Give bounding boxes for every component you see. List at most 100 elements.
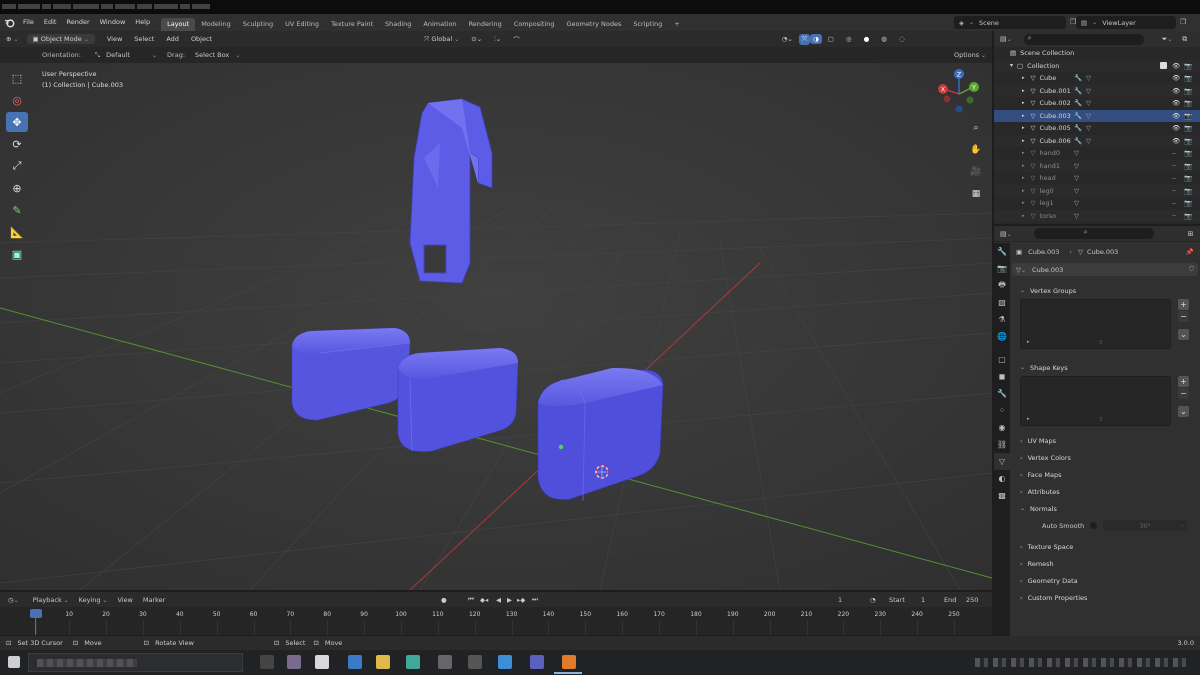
taskbar-app-9-icon[interactable] xyxy=(530,655,544,669)
perspective-grid-icon[interactable]: ▦ xyxy=(969,187,983,201)
eye-icon[interactable]: 👁 xyxy=(1172,62,1180,70)
visibility-icon[interactable]: ◔⌄ xyxy=(776,35,799,43)
constraints-tab-icon[interactable]: ⛓ xyxy=(994,436,1010,453)
camera-icon[interactable]: 🎥 xyxy=(969,165,983,179)
select-box-tool-icon[interactable]: ⬚ xyxy=(6,68,28,88)
mesh-datablock-selector[interactable]: ▽⌄ Cube.003 ⛉ xyxy=(1012,263,1198,276)
jump-end-icon[interactable]: ⏭ xyxy=(532,595,538,604)
shading-rendered-icon[interactable]: ◌ xyxy=(893,35,911,43)
render-camera-icon[interactable]: 📷 xyxy=(1184,124,1192,132)
modifier-wrench-icon[interactable]: 🔧 xyxy=(1074,87,1082,95)
uv-maps-panel-header[interactable]: › UV Maps xyxy=(1012,432,1198,449)
mesh-data-icon[interactable]: ▽ xyxy=(1074,199,1079,207)
vertex-groups-panel-header[interactable]: ⌄ Vertex Groups xyxy=(1012,282,1198,299)
eye-closed-icon[interactable]: ⌣ xyxy=(1172,186,1176,195)
taskview-icon[interactable] xyxy=(260,655,274,669)
outliner-scene-collection[interactable]: ▤ Scene Collection xyxy=(994,47,1200,60)
outliner-item[interactable]: ▸ ▽ Cube.005 🔧 ▽ 👁 📷 xyxy=(994,122,1200,135)
pin-icon[interactable]: 📌 xyxy=(1186,248,1194,256)
record-button-icon[interactable]: ● xyxy=(441,596,447,604)
mesh-data-tab-icon[interactable]: ▽ xyxy=(994,453,1010,470)
render-camera-icon[interactable]: 📷 xyxy=(1184,212,1192,220)
tab-sculpting[interactable]: Sculpting xyxy=(237,18,279,31)
mesh-data-icon[interactable]: ▽ xyxy=(1086,87,1091,95)
modifier-wrench-icon[interactable]: 🔧 xyxy=(1074,74,1082,82)
taskbar-app-1-icon[interactable] xyxy=(287,655,301,669)
transform-tool-icon[interactable]: ⊕ xyxy=(6,178,28,198)
render-camera-icon[interactable]: 📷 xyxy=(1184,162,1192,170)
new-collection-icon[interactable]: ⧉ xyxy=(1182,35,1187,44)
view-layer-copy-icon[interactable]: ❐ xyxy=(1180,18,1186,26)
timeline-menu-view[interactable]: View xyxy=(117,596,132,604)
render-camera-icon[interactable]: 📷 xyxy=(1184,149,1192,157)
mode-selector[interactable]: ▣ Object Mode ⌄ xyxy=(26,34,95,44)
mesh-data-icon[interactable]: ▽ xyxy=(1074,162,1079,170)
preview-range-icon[interactable]: ◔ xyxy=(870,596,876,604)
tab-layout[interactable]: Layout xyxy=(161,18,196,31)
face-maps-panel-header[interactable]: › Face Maps xyxy=(1012,466,1198,483)
add-cube-tool-icon[interactable]: ▣ xyxy=(6,244,28,264)
custom-properties-panel-header[interactable]: › Custom Properties xyxy=(1012,589,1198,606)
view-layer-selector[interactable]: ▤ ⌄ ViewLayer xyxy=(1076,16,1176,29)
timeline-editor-icon[interactable]: ◷⌄ xyxy=(8,596,19,604)
taskbar-app-3-icon[interactable] xyxy=(348,655,362,669)
output-tab-icon[interactable]: 🖶 xyxy=(994,277,1010,294)
properties-search-field[interactable]: ⌕ xyxy=(1033,228,1154,239)
taskbar-app-8-icon[interactable] xyxy=(498,655,512,669)
properties-editor-icon[interactable]: ▤⌄ xyxy=(1000,230,1012,238)
geometry-data-panel-header[interactable]: › Geometry Data xyxy=(1012,572,1198,589)
eye-icon[interactable]: 👁 xyxy=(1172,124,1180,132)
tab-compositing[interactable]: Compositing xyxy=(508,18,561,31)
menu-render[interactable]: Render xyxy=(61,14,94,31)
tab-geometry-nodes[interactable]: Geometry Nodes xyxy=(561,18,628,31)
outliner-collection[interactable]: ▾ ▢ Collection 👁 📷 xyxy=(994,59,1200,72)
render-camera-icon[interactable]: 📷 xyxy=(1184,74,1192,82)
menu-edit[interactable]: Edit xyxy=(39,14,62,31)
pivot-icon[interactable]: ⊙⌄ xyxy=(465,35,488,43)
outliner-search-field[interactable]: ⌕ xyxy=(1023,33,1144,45)
eye-closed-icon[interactable]: ⌣ xyxy=(1172,211,1176,220)
taskbar-app-6-icon[interactable] xyxy=(438,655,452,669)
tab-uv-editing[interactable]: UV Editing xyxy=(279,18,325,31)
blender-taskbar-icon[interactable] xyxy=(562,655,576,669)
shape-keys-list[interactable]: ▸ ⠿ xyxy=(1020,376,1171,426)
outliner-item[interactable]: ▸ ▽ hand0 ▽ ⌣ 📷 xyxy=(994,147,1200,160)
scene-tab-icon[interactable]: ⚗ xyxy=(994,311,1010,328)
fake-user-shield-icon[interactable]: ⛉ xyxy=(1189,265,1194,274)
render-tab-icon[interactable]: 📷 xyxy=(994,260,1010,277)
playhead[interactable] xyxy=(30,609,42,618)
modifier-wrench-icon[interactable]: 🔧 xyxy=(1074,112,1082,120)
timeline-menu-marker[interactable]: Marker xyxy=(143,596,165,604)
zoom-icon[interactable]: ⌕ xyxy=(969,121,983,135)
blender-logo-icon[interactable] xyxy=(0,14,18,31)
remove-shape-key-button[interactable]: − xyxy=(1178,388,1189,399)
texture-tab-icon[interactable]: ▩ xyxy=(994,487,1010,504)
render-camera-icon[interactable]: 📷 xyxy=(1184,137,1192,145)
expand-icon[interactable]: ▸ xyxy=(1022,188,1025,194)
eye-closed-icon[interactable]: ⌣ xyxy=(1172,161,1176,170)
tab-shading[interactable]: Shading xyxy=(379,18,417,31)
outliner-item[interactable]: ▸ ▽ head ▽ ⌣ 📷 xyxy=(994,172,1200,185)
particles-tab-icon[interactable]: ⁘ xyxy=(994,402,1010,419)
auto-smooth-checkbox[interactable] xyxy=(1090,522,1098,529)
menu-window[interactable]: Window xyxy=(95,14,131,31)
eye-icon[interactable]: 👁 xyxy=(1172,99,1180,107)
mesh-data-icon[interactable]: ▽ xyxy=(1086,99,1091,107)
pan-hand-icon[interactable]: ✋ xyxy=(969,143,983,157)
transform-orientation[interactable]: ⤧ Global ⌄ xyxy=(418,35,465,44)
expand-icon[interactable]: ▸ xyxy=(1022,150,1025,156)
rotate-tool-icon[interactable]: ⟳ xyxy=(6,134,28,154)
tab-scripting[interactable]: Scripting xyxy=(627,18,668,31)
gizmo-toggle-icon[interactable]: ⤧ xyxy=(798,33,811,45)
add-workspace-button[interactable]: + xyxy=(668,18,685,31)
pin-icon[interactable]: ⊞ xyxy=(1188,230,1194,238)
mesh-data-icon[interactable]: ▽ xyxy=(1086,137,1091,145)
outliner-item[interactable]: ▸ ▽ leg1 ▽ ⌣ 📷 xyxy=(994,197,1200,210)
play-icon[interactable]: ▶ xyxy=(507,596,512,604)
tool-tab-icon[interactable]: 🔧 xyxy=(994,243,1010,260)
3d-viewport[interactable]: Z X Y xyxy=(0,63,992,590)
proportional-edit-icon[interactable]: ⌒ xyxy=(507,34,526,44)
timeline-menu-keying[interactable]: Keying ⌄ xyxy=(79,596,108,604)
expand-icon[interactable]: ▸ xyxy=(1022,200,1025,206)
scene-selector[interactable]: ◈ ⌄ Scene xyxy=(954,16,1066,29)
